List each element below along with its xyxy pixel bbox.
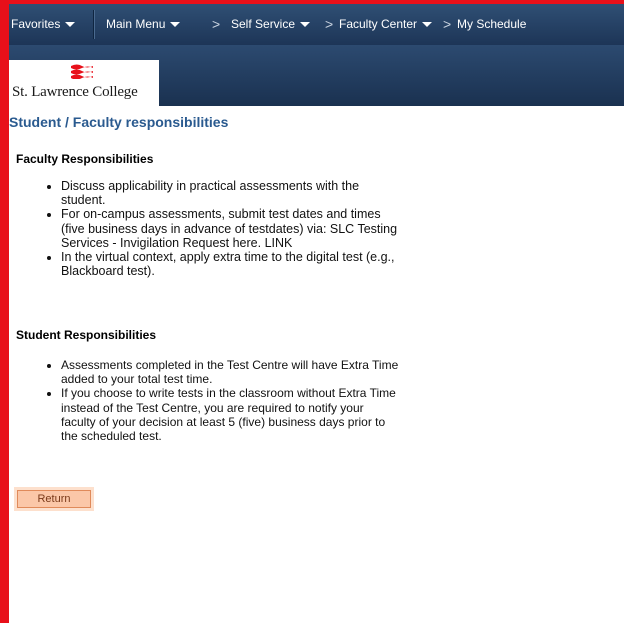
breadcrumb-faculty-center-label: Faculty Center [339,17,418,31]
college-logo[interactable]: St. Lawrence College [9,60,159,106]
chevron-down-icon [170,22,181,28]
list-item: In the virtual context, apply extra time… [61,250,401,278]
page-title: Student / Faculty responsibilities [9,114,229,130]
list-item: If you choose to write tests in the clas… [61,386,401,443]
college-logo-text: St. Lawrence College [12,84,138,100]
breadcrumb-faculty-center[interactable]: Faculty Center [339,4,433,45]
header-banner: St. Lawrence College [9,45,624,106]
chevron-down-icon [65,22,76,28]
student-responsibilities-list: Assessments completed in the Test Centre… [31,358,401,443]
breadcrumb-my-schedule-label: My Schedule [457,17,527,31]
main-menu[interactable]: Main Menu [106,4,181,45]
faculty-responsibilities-list: Discuss applicability in practical asses… [31,179,401,278]
favorites-menu[interactable]: Favorites [11,4,76,45]
breadcrumb-self-service-label: Self Service [231,17,296,31]
favorites-label: Favorites [11,17,61,31]
breadcrumb-separator-icon: > [212,16,221,32]
page-frame: Favorites Main Menu > Self Service > Fac… [0,0,624,623]
slc-wave-logo-icon [71,64,93,79]
list-item: Assessments completed in the Test Centre… [61,358,401,386]
list-item: For on-campus assessments, submit test d… [61,207,401,250]
faculty-responsibilities-heading: Faculty Responsibilities [16,152,154,166]
top-navigation-bar: Favorites Main Menu > Self Service > Fac… [9,4,624,45]
nav-divider [93,10,94,39]
student-responsibilities-heading: Student Responsibilities [16,328,157,342]
breadcrumb-my-schedule[interactable]: My Schedule [457,4,526,45]
breadcrumb-separator-icon: > [443,16,452,32]
chevron-down-icon [422,22,433,28]
breadcrumb-separator-icon: > [325,16,334,32]
breadcrumb-self-service[interactable]: Self Service [231,4,311,45]
return-button[interactable]: Return [17,490,91,508]
list-item: Discuss applicability in practical asses… [61,179,401,207]
main-menu-label: Main Menu [106,17,166,31]
chevron-down-icon [300,22,311,28]
